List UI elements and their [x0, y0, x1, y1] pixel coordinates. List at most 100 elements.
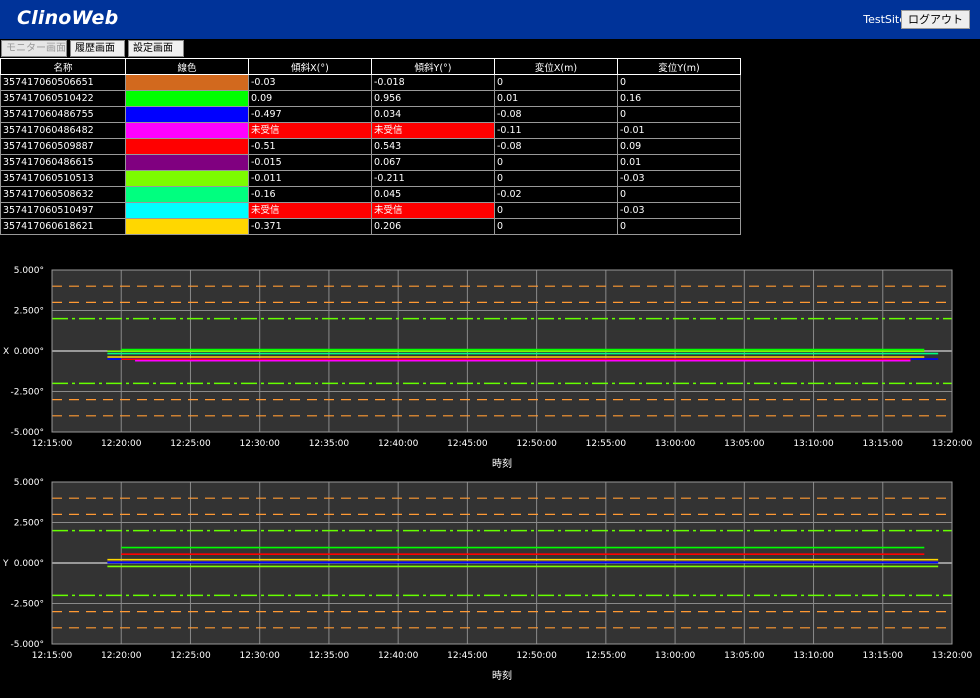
y-tick-label: 0.000°	[14, 347, 44, 357]
x-tick-label: 12:15:00	[32, 439, 73, 449]
cell-tilt-x: -0.03	[248, 74, 372, 91]
cell-tilt-y: 0.034	[371, 106, 495, 123]
cell-tilt-y: 0.956	[371, 90, 495, 107]
tilt-y-chart: 12:15:00 12:20:00 12:25:00 12:30:00 12:35:00…	[2, 478, 972, 682]
cell-name: 357417060506651	[0, 74, 126, 91]
x-tick-label: 12:25:00	[170, 439, 211, 449]
cell-tilt-y: 未受信	[371, 202, 495, 219]
x-tick-label: 12:50:00	[516, 439, 557, 449]
app-header: ClinoWeb TestSite ログアウト	[0, 0, 980, 39]
cell-disp-x: 0.01	[494, 90, 618, 107]
x-axis-label: 時刻	[492, 457, 512, 470]
tilt-x-chart: 12:15:00 12:20:00 12:25:00 12:30:00 12:35:00…	[3, 266, 972, 470]
cell-line-color	[125, 170, 249, 187]
x-tick-label: 13:05:00	[724, 439, 765, 449]
column-header-name: 名称	[0, 58, 126, 75]
x-tick-label: 12:45:00	[447, 439, 488, 449]
x-tick-label: 12:35:00	[309, 439, 350, 449]
sensor-table: 名称 線色 傾斜X(°) 傾斜Y(°) 変位X(m) 変位Y(m) 357417…	[0, 58, 741, 235]
cell-disp-y: -0.03	[617, 202, 741, 219]
cell-disp-x: 0	[494, 218, 618, 235]
cell-tilt-x: 未受信	[248, 202, 372, 219]
cell-line-color	[125, 138, 249, 155]
column-header-disp-x: 変位X(m)	[494, 58, 618, 75]
x-tick-label: 12:55:00	[586, 651, 627, 661]
y-tick-label: 5.000°	[14, 266, 44, 276]
tab-settings[interactable]: 設定画面	[128, 40, 184, 57]
tab-history[interactable]: 履歴画面	[70, 40, 125, 57]
site-name: TestSite	[863, 13, 906, 26]
y-tick-label: -2.500°	[10, 388, 44, 398]
logout-button[interactable]: ログアウト	[901, 10, 970, 29]
cell-disp-y: -0.01	[617, 122, 741, 139]
x-tick-label: 12:15:00	[32, 651, 73, 661]
table-header-row: 名称 線色 傾斜X(°) 傾斜Y(°) 変位X(m) 変位Y(m)	[0, 58, 741, 75]
x-tick-label: 12:50:00	[516, 651, 557, 661]
y-tick-label: 2.500°	[14, 519, 44, 529]
cell-line-color	[125, 154, 249, 171]
column-header-color: 線色	[125, 58, 249, 75]
cell-tilt-y: 未受信	[371, 122, 495, 139]
cell-name: 357417060486482	[0, 122, 126, 139]
x-tick-label: 12:20:00	[101, 439, 142, 449]
cell-tilt-x: 0.09	[248, 90, 372, 107]
cell-line-color	[125, 202, 249, 219]
cell-tilt-y: 0.206	[371, 218, 495, 235]
cell-tilt-x: -0.011	[248, 170, 372, 187]
cell-tilt-y: 0.067	[371, 154, 495, 171]
cell-name: 357417060509887	[0, 138, 126, 155]
x-tick-label: 12:45:00	[447, 651, 488, 661]
cell-disp-x: -0.08	[494, 106, 618, 123]
cell-name: 357417060510422	[0, 90, 126, 107]
table-row: 357417060510513 -0.011 -0.211 0 -0.03	[0, 170, 741, 187]
cell-line-color	[125, 74, 249, 91]
x-tick-label: 12:30:00	[239, 651, 280, 661]
cell-tilt-x: -0.015	[248, 154, 372, 171]
y-tick-label: -2.500°	[10, 600, 44, 610]
x-tick-label: 13:10:00	[793, 439, 834, 449]
cell-tilt-x: 未受信	[248, 122, 372, 139]
column-header-tilt-y: 傾斜Y(°)	[371, 58, 495, 75]
table-row: 357417060510497 未受信 未受信 0 -0.03	[0, 202, 741, 219]
cell-disp-x: -0.11	[494, 122, 618, 139]
cell-line-color	[125, 122, 249, 139]
cell-disp-x: 0	[494, 154, 618, 171]
x-tick-label: 12:55:00	[586, 439, 627, 449]
tab-monitor[interactable]: モニター画面	[1, 40, 67, 57]
x-tick-label: 12:40:00	[378, 651, 419, 661]
cell-disp-y: 0	[617, 186, 741, 203]
cell-name: 357417060486615	[0, 154, 126, 171]
x-axis-label: 時刻	[492, 669, 512, 682]
x-tick-label: 12:40:00	[378, 439, 419, 449]
cell-name: 357417060508632	[0, 186, 126, 203]
table-row: 357417060506651 -0.03 -0.018 0 0	[0, 74, 741, 91]
y-axis-label: Y	[2, 559, 9, 569]
cell-disp-y: 0	[617, 74, 741, 91]
x-tick-label: 12:30:00	[239, 439, 280, 449]
x-tick-label: 12:35:00	[309, 651, 350, 661]
cell-disp-x: -0.08	[494, 138, 618, 155]
column-header-disp-y: 変位Y(m)	[617, 58, 741, 75]
x-tick-label: 12:20:00	[101, 651, 142, 661]
cell-disp-y: -0.03	[617, 170, 741, 187]
x-tick-label: 13:05:00	[724, 651, 765, 661]
cell-disp-x: 0	[494, 170, 618, 187]
x-tick-label: 13:00:00	[655, 651, 696, 661]
x-tick-label: 13:15:00	[863, 651, 904, 661]
cell-name: 357417060510497	[0, 202, 126, 219]
cell-disp-x: 0	[494, 74, 618, 91]
cell-name: 357417060486755	[0, 106, 126, 123]
cell-line-color	[125, 90, 249, 107]
cell-disp-y: 0.09	[617, 138, 741, 155]
cell-name: 357417060510513	[0, 170, 126, 187]
y-tick-label: 5.000°	[14, 478, 44, 488]
cell-disp-y: 0.01	[617, 154, 741, 171]
cell-tilt-y: -0.018	[371, 74, 495, 91]
x-tick-label: 13:15:00	[863, 439, 904, 449]
cell-disp-y: 0	[617, 106, 741, 123]
table-row: 357417060618621 -0.371 0.206 0 0	[0, 218, 741, 235]
table-row: 357417060510422 0.09 0.956 0.01 0.16	[0, 90, 741, 107]
cell-disp-y: 0.16	[617, 90, 741, 107]
table-row: 357417060486755 -0.497 0.034 -0.08 0	[0, 106, 741, 123]
cell-tilt-x: -0.16	[248, 186, 372, 203]
